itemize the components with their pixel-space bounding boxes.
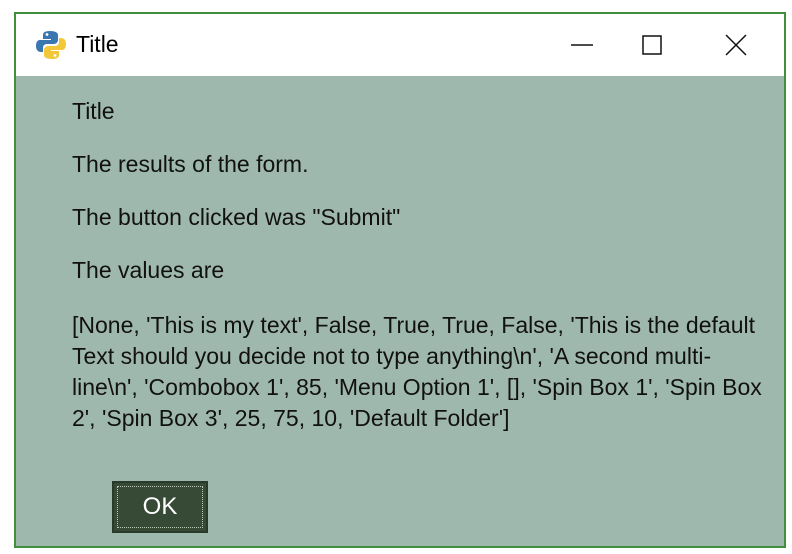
- button-clicked-text: The button clicked was "Submit": [72, 204, 401, 230]
- window-title: Title: [76, 31, 119, 57]
- content-heading: Title: [72, 98, 115, 124]
- ok-button[interactable]: OK: [112, 481, 208, 533]
- python-icon: [34, 28, 68, 62]
- values-label: The values are: [72, 257, 225, 283]
- maximize-icon: [640, 33, 664, 57]
- popup-window: Title Title The results of the form. The…: [14, 12, 786, 548]
- close-icon: [724, 33, 748, 57]
- close-button[interactable]: [704, 14, 768, 76]
- values-text: [None, 'This is my text', False, True, T…: [72, 312, 762, 431]
- maximize-button[interactable]: [620, 14, 684, 76]
- minimize-button[interactable]: [550, 14, 614, 76]
- minimize-icon: [570, 33, 594, 57]
- results-text: The results of the form.: [72, 151, 309, 177]
- title-bar[interactable]: Title: [16, 14, 784, 76]
- popup-content: Title The results of the form. The butto…: [16, 76, 784, 546]
